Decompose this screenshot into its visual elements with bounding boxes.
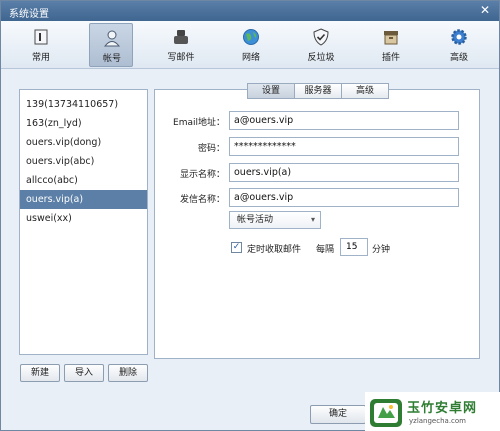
toolbar-label-network: 网络 xyxy=(241,53,260,63)
close-icon[interactable]: ✕ xyxy=(477,3,493,18)
compose-icon xyxy=(174,30,188,44)
toolbar-item-compose[interactable]: 写邮件 xyxy=(159,23,203,67)
network-icon xyxy=(243,29,259,45)
account-status-select[interactable]: 帐号活动 ▾ xyxy=(229,211,321,229)
account-icon xyxy=(103,30,121,47)
account-item[interactable]: ouers.vip(dong) xyxy=(20,133,147,152)
import-account-button[interactable]: 导入 xyxy=(64,364,104,382)
toolbar-label-advanced: 高级 xyxy=(449,53,468,63)
toolbar-label-compose: 写邮件 xyxy=(167,53,195,63)
account-item[interactable]: allcco(abc) xyxy=(20,171,147,190)
settings-window: 系统设置 ✕ 常用 帐号 写邮件 网络 反垃圾 插件 高级 139(137341… xyxy=(0,0,500,431)
interval-prefix: 每隔 xyxy=(316,245,335,255)
toolbar-item-advanced[interactable]: 高级 xyxy=(437,23,481,67)
checkmark-icon: ✓ xyxy=(232,242,241,252)
toolbar-item-account[interactable]: 帐号 xyxy=(89,23,133,67)
toolbar-label-antispam: 反垃圾 xyxy=(307,53,335,63)
tab-server[interactable]: 服务器 xyxy=(294,83,342,99)
general-icon xyxy=(34,29,48,45)
toolbar-item-general[interactable]: 常用 xyxy=(19,23,63,67)
auto-fetch-checkbox[interactable]: ✓ xyxy=(231,242,242,253)
email-label: Email地址： xyxy=(173,118,225,128)
plugin-box-icon xyxy=(384,31,398,45)
settings-toolbar: 常用 帐号 写邮件 网络 反垃圾 插件 高级 xyxy=(1,21,499,69)
account-list[interactable]: 139(13734110657) 163(zn_lyd) ouers.vip(d… xyxy=(19,89,148,355)
ok-button[interactable]: 确定 xyxy=(310,405,366,424)
account-status-value: 帐号活动 xyxy=(237,215,274,225)
chevron-down-icon: ▾ xyxy=(310,215,315,224)
toolbar-item-antispam[interactable]: 反垃圾 xyxy=(299,23,343,67)
interval-unit: 分钟 xyxy=(372,245,391,255)
tab-settings[interactable]: 设置 xyxy=(247,83,295,99)
new-account-button[interactable]: 新建 xyxy=(20,364,60,382)
window-title: 系统设置 xyxy=(9,9,49,20)
password-label: 密码： xyxy=(197,144,225,154)
interval-minutes-field[interactable] xyxy=(340,238,368,256)
toolbar-label-account: 帐号 xyxy=(102,54,121,64)
watermark: 玉竹安卓网 yzlangecha.com xyxy=(365,392,500,431)
toolbar-item-plugins[interactable]: 插件 xyxy=(369,23,413,67)
toolbar-item-network[interactable]: 网络 xyxy=(229,23,273,67)
delete-account-button[interactable]: 删除 xyxy=(108,364,148,382)
password-field[interactable] xyxy=(229,137,459,156)
account-item[interactable]: 163(zn_lyd) xyxy=(20,114,147,133)
display-name-field[interactable] xyxy=(229,163,459,182)
antispam-shield-icon xyxy=(313,28,329,46)
sender-name-label: 发信名称： xyxy=(179,195,225,205)
toolbar-label-plugins: 插件 xyxy=(381,53,400,63)
email-field[interactable] xyxy=(229,111,459,130)
account-item[interactable]: uswei(xx) xyxy=(20,209,147,228)
watermark-logo-icon xyxy=(370,399,402,427)
account-item[interactable]: ouers.vip(abc) xyxy=(20,152,147,171)
advanced-gear-icon xyxy=(451,29,467,45)
auto-fetch-label: 定时收取邮件 xyxy=(247,245,302,255)
account-item[interactable]: 139(13734110657) xyxy=(20,95,147,114)
watermark-title: 玉竹安卓网 xyxy=(407,401,478,416)
sender-name-field[interactable] xyxy=(229,188,459,207)
toolbar-label-general: 常用 xyxy=(31,53,50,63)
account-item-selected[interactable]: ouers.vip(a) xyxy=(20,190,147,209)
display-name-label: 显示名称： xyxy=(179,170,225,180)
tab-advanced[interactable]: 高级 xyxy=(341,83,389,99)
title-bar[interactable]: 系统设置 ✕ xyxy=(1,1,499,21)
watermark-url: yzlangecha.com xyxy=(409,417,466,425)
